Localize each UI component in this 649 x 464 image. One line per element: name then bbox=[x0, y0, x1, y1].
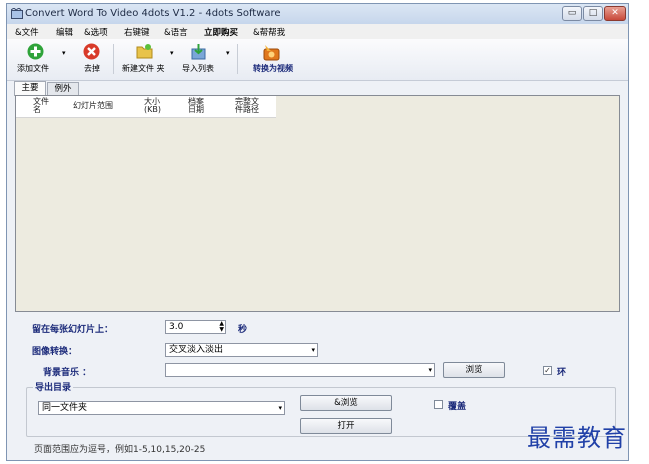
column-size[interactable]: 大小 (KB) bbox=[144, 98, 170, 114]
menu-right-click[interactable]: 右键键 bbox=[124, 26, 150, 38]
file-list-header: 文件名 幻灯片范围 大小 (KB) 档案日期 完整文件路径 bbox=[16, 96, 276, 118]
menu-bar: &文件 编辑 &选项 右键键 &语言 立即购买 &帮帮我 bbox=[7, 24, 628, 39]
tab-exceptions[interactable]: 例外 bbox=[47, 82, 79, 95]
toolbar-separator bbox=[113, 44, 114, 74]
chevron-down-icon[interactable]: ▾ bbox=[278, 402, 282, 414]
background-music-dropdown[interactable]: ▾ bbox=[165, 363, 435, 377]
loop-checkbox[interactable]: ✓ bbox=[543, 366, 552, 375]
menu-buy-now[interactable]: 立即购买 bbox=[204, 26, 238, 38]
convert-video-icon[interactable] bbox=[262, 43, 281, 62]
title-bar: Convert Word To Video 4dots V1.2 - 4dots… bbox=[7, 4, 628, 24]
menu-help[interactable]: &帮帮我 bbox=[253, 26, 285, 38]
menu-file[interactable]: &文件 bbox=[15, 26, 39, 38]
column-file-name[interactable]: 文件名 bbox=[33, 98, 51, 114]
convert-video-label[interactable]: 转换为视频 bbox=[253, 63, 293, 74]
loop-label: 环 bbox=[557, 368, 567, 378]
stay-duration-stepper[interactable]: 3.0 ▲ ▼ bbox=[165, 320, 226, 334]
window-title: Convert Word To Video 4dots V1.2 - 4dots… bbox=[25, 8, 281, 19]
remove-icon[interactable] bbox=[83, 43, 100, 60]
stay-duration-value: 3.0 bbox=[169, 322, 184, 332]
overwrite-label: 覆盖 bbox=[448, 402, 467, 412]
column-full-path[interactable]: 完整文件路径 bbox=[235, 98, 263, 114]
stay-duration-label: 留在每张幻灯片上： bbox=[32, 325, 114, 335]
tab-main[interactable]: 主要 bbox=[14, 81, 46, 96]
import-list-label[interactable]: 导入列表 bbox=[182, 63, 214, 74]
menu-options[interactable]: &选项 bbox=[84, 26, 108, 38]
browse-music-button[interactable]: 浏览 bbox=[443, 362, 505, 378]
app-window: Convert Word To Video 4dots V1.2 - 4dots… bbox=[6, 3, 629, 461]
remove-label[interactable]: 去掉 bbox=[84, 63, 100, 74]
output-folder-value: 同一文件夹 bbox=[42, 403, 88, 413]
maximize-button[interactable]: □ bbox=[583, 6, 603, 21]
app-icon bbox=[11, 8, 23, 19]
toolbar: ▾ 添加文件 去掉 ▾ 新建文件 夹 ▾ 导入列表 转换为视频 bbox=[7, 39, 628, 81]
menu-edit[interactable]: 编辑 bbox=[56, 26, 73, 38]
page-range-hint: 页面范围应为逗号，例如1-5,10,15,20-25 bbox=[34, 445, 206, 455]
add-file-icon[interactable] bbox=[27, 43, 44, 60]
background-music-label: 背景音乐 ： bbox=[43, 368, 92, 378]
stay-duration-unit: 秒 bbox=[238, 325, 248, 335]
close-button[interactable]: ✕ bbox=[604, 6, 626, 21]
transition-value: 交叉淡入淡出 bbox=[169, 345, 224, 355]
file-list[interactable]: 文件名 幻灯片范围 大小 (KB) 档案日期 完整文件路径 bbox=[15, 95, 620, 312]
watermark: 最需教育 bbox=[527, 424, 627, 452]
add-file-dropdown-icon[interactable]: ▾ bbox=[62, 49, 69, 57]
new-folder-dropdown-icon[interactable]: ▾ bbox=[170, 49, 177, 57]
minimize-button[interactable]: ▭ bbox=[562, 6, 582, 21]
import-list-dropdown-icon[interactable]: ▾ bbox=[226, 49, 233, 57]
column-file-date[interactable]: 档案日期 bbox=[188, 98, 208, 114]
output-folder-label: 导出目录 bbox=[33, 380, 74, 393]
transition-label: 图像转换： bbox=[32, 347, 78, 357]
stepper-arrows-icon[interactable]: ▲ ▼ bbox=[219, 321, 224, 333]
import-list-icon[interactable] bbox=[190, 43, 207, 60]
column-slide-range[interactable]: 幻灯片范围 bbox=[73, 102, 113, 110]
overwrite-checkbox[interactable] bbox=[434, 400, 443, 409]
menu-language[interactable]: &语言 bbox=[164, 26, 188, 38]
toolbar-separator bbox=[237, 44, 238, 74]
tab-strip: 主要 例外 bbox=[7, 81, 628, 96]
chevron-down-icon[interactable]: ▾ bbox=[311, 344, 315, 356]
add-file-label[interactable]: 添加文件 bbox=[17, 63, 49, 74]
chevron-down-icon[interactable]: ▾ bbox=[428, 364, 432, 376]
new-folder-label[interactable]: 新建文件 夹 bbox=[122, 63, 165, 74]
output-folder-dropdown[interactable]: 同一文件夹 ▾ bbox=[38, 401, 285, 415]
new-folder-icon[interactable] bbox=[136, 43, 153, 60]
browse-output-button[interactable]: &浏览 bbox=[300, 395, 392, 411]
open-output-button[interactable]: 打开 bbox=[300, 418, 392, 434]
transition-dropdown[interactable]: 交叉淡入淡出 ▾ bbox=[165, 343, 318, 357]
